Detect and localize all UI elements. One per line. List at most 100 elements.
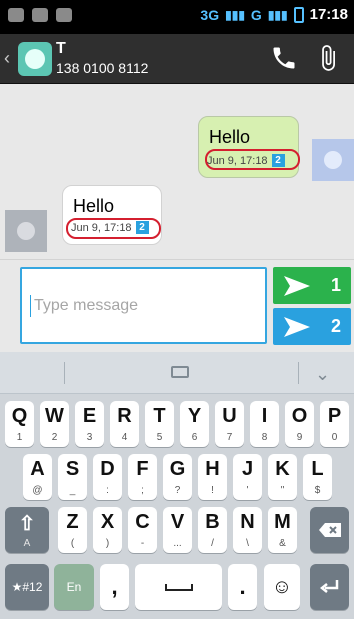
back-chevron-icon[interactable]: ‹ (4, 48, 10, 69)
shift-key[interactable]: ⇧ A (5, 507, 49, 553)
key-z[interactable]: Z( (58, 507, 87, 553)
clock: 17:18 (309, 6, 348, 23)
key-main-label: H (205, 458, 220, 480)
key-main-label: X (100, 511, 115, 533)
key-m[interactable]: M & (268, 507, 297, 553)
message-text: Hello (73, 196, 115, 216)
key-e[interactable]: E3 (75, 401, 104, 447)
shift-arrow-icon: ⇧ (18, 513, 36, 535)
enter-key[interactable] (310, 564, 349, 610)
key-main-label: L (311, 458, 324, 480)
key-main-label: I (261, 405, 268, 427)
notification-icon (8, 8, 24, 22)
language-key[interactable]: En (54, 564, 94, 610)
send-sim1-button[interactable]: 1 (273, 267, 351, 304)
space-icon (164, 584, 193, 591)
key-main-label: D (100, 458, 115, 480)
key-b[interactable]: B / (198, 507, 227, 553)
key-sub-label: : (106, 485, 109, 496)
status-bar: 3G ▮▮▮ G ▮▮▮ 17:18 (0, 0, 354, 34)
symbols-key[interactable]: ★#12 (5, 564, 49, 610)
key-sub-label: ' (246, 485, 249, 496)
key-d[interactable]: D: (93, 454, 122, 500)
shift-sub-label: A (23, 538, 31, 549)
key-p[interactable]: P0 (320, 401, 349, 447)
key-main-label: Z (66, 511, 79, 533)
symbols-label: ★#12 (11, 580, 43, 594)
key-main-label: U (222, 405, 237, 427)
key-w[interactable]: W2 (40, 401, 69, 447)
status-icons-left (8, 8, 72, 22)
my-avatar (312, 139, 354, 181)
keyboard-toolbar: ⌄ (0, 352, 354, 394)
key-main-label: V (170, 511, 185, 533)
battery-icon (293, 6, 304, 23)
send-sim2-button[interactable]: 2 (273, 308, 351, 345)
key-a[interactable]: A @ (23, 454, 52, 500)
key-main-label: O (291, 405, 308, 427)
text-cursor (30, 295, 31, 317)
period-key[interactable]: . (228, 564, 257, 610)
key-sub-label: 9 (296, 432, 303, 443)
key-sub-label: ; (141, 485, 144, 496)
key-h[interactable]: H! (198, 454, 227, 500)
send-sim-label: 1 (330, 275, 341, 295)
key-s[interactable]: S _ (58, 454, 87, 500)
language-label: En (66, 580, 82, 594)
backspace-key[interactable] (310, 507, 349, 553)
key-k[interactable]: K " (268, 454, 297, 500)
key-g[interactable]: G? (163, 454, 192, 500)
key-sub-label: ... (173, 538, 182, 549)
key-main-label: F (136, 458, 149, 480)
paperclip-icon[interactable] (314, 44, 342, 72)
key-x[interactable]: X) (93, 507, 122, 553)
key-sub-label: ( (70, 538, 75, 549)
key-f[interactable]: F; (128, 454, 157, 500)
key-main-label: B (205, 511, 220, 533)
composer-bar: Type message 1 2 (0, 259, 354, 352)
key-main-label: N (240, 511, 255, 533)
phone-icon[interactable] (270, 44, 298, 72)
message-text: Hello (209, 127, 251, 147)
key-sub-label: 1 (16, 432, 23, 443)
key-main-label: A (30, 458, 45, 480)
key-sub-label: 7 (226, 432, 233, 443)
send-icon (284, 316, 310, 337)
keyboard-layout-icon[interactable] (171, 366, 189, 378)
message-list[interactable]: Hello Jun 9, 17:18 2 Hello Jun 9, 17:18 … (0, 84, 354, 259)
key-t[interactable]: T5 (145, 401, 174, 447)
period-label: . (239, 574, 246, 599)
key-r[interactable]: R4 (110, 401, 139, 447)
key-u[interactable]: U7 (215, 401, 244, 447)
key-sub-label: & (279, 538, 286, 549)
key-main-label: W (45, 405, 64, 427)
key-o[interactable]: O9 (285, 401, 314, 447)
message-input[interactable]: Type message (20, 267, 267, 344)
annotation-highlight (205, 149, 300, 170)
key-i[interactable]: I8 (250, 401, 279, 447)
comma-key[interactable]: , (100, 564, 129, 610)
contact-avatar[interactable] (18, 42, 52, 76)
space-key[interactable] (135, 564, 222, 610)
key-l[interactable]: L $ (303, 454, 332, 500)
key-sub-label: " (280, 485, 285, 496)
key-y[interactable]: Y6 (180, 401, 209, 447)
key-main-label: J (241, 458, 254, 480)
key-sub-label: ) (105, 538, 110, 549)
key-j[interactable]: J ' (233, 454, 262, 500)
enter-icon (319, 580, 338, 593)
key-v[interactable]: V... (163, 507, 192, 553)
key-c[interactable]: C- (128, 507, 157, 553)
key-sub-label: $ (314, 485, 321, 496)
key-main-label: G (169, 458, 186, 480)
key-sub-label: 8 (261, 432, 268, 443)
key-q[interactable]: Q1 (5, 401, 34, 447)
collapse-chevron-icon[interactable]: ⌄ (315, 364, 330, 385)
person-icon (324, 151, 342, 169)
status-icons-right: 3G ▮▮▮ G ▮▮▮ 17:18 (200, 6, 348, 23)
message-placeholder: Type message (34, 297, 139, 314)
key-sub-label: / (211, 538, 214, 549)
key-n[interactable]: N \ (233, 507, 262, 553)
emoji-key[interactable]: ☺ (264, 564, 300, 610)
send-icon (284, 275, 310, 296)
